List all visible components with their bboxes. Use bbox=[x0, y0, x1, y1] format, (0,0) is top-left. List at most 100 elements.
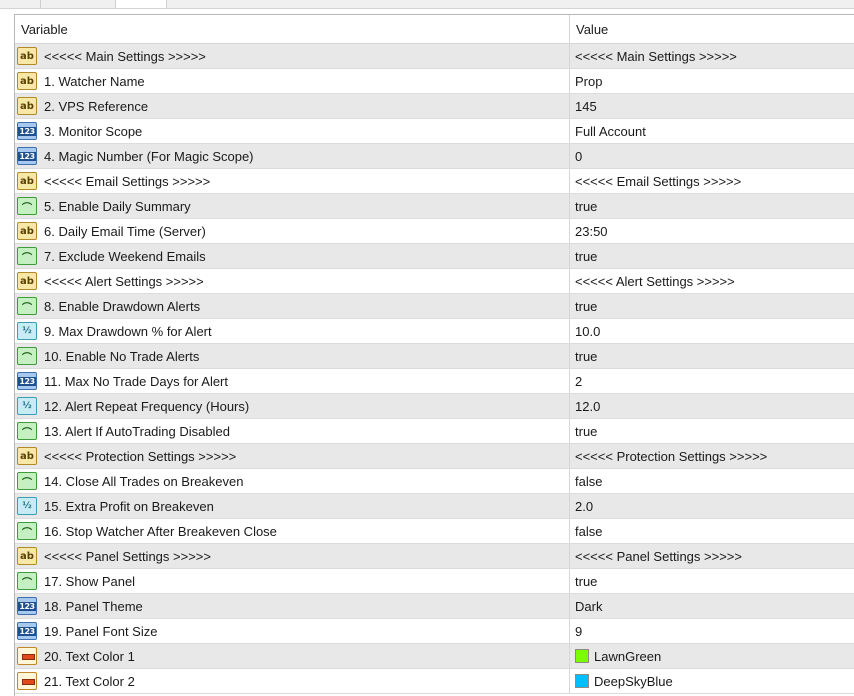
table-row[interactable]: ab <<<<< Protection Settings >>>>> <<<<< P… bbox=[15, 444, 854, 469]
variable-label: 9. Max Drawdown % for Alert bbox=[44, 323, 212, 339]
value-cell[interactable]: 2 bbox=[570, 369, 854, 393]
color-type-icon bbox=[17, 647, 37, 665]
table-row[interactable]: ⌒ 10. Enable No Trade Alerts true bbox=[15, 344, 854, 369]
variable-cell: 123 3. Monitor Scope bbox=[15, 119, 570, 143]
value-cell[interactable]: false bbox=[570, 519, 854, 543]
table-row[interactable]: ⌒ 5. Enable Daily Summary true bbox=[15, 194, 854, 219]
value-text: <<<<< Protection Settings >>>>> bbox=[575, 448, 768, 464]
string-type-icon: ab bbox=[17, 272, 37, 290]
table-row[interactable]: 123 3. Monitor Scope Full Account bbox=[15, 119, 854, 144]
variable-label: 1. Watcher Name bbox=[44, 73, 145, 89]
value-cell[interactable]: 145 bbox=[570, 94, 854, 118]
table-row[interactable]: 123 19. Panel Font Size 9 bbox=[15, 619, 854, 644]
value-cell[interactable]: Prop bbox=[570, 69, 854, 93]
variable-label: 19. Panel Font Size bbox=[44, 623, 158, 639]
value-text: 2 bbox=[575, 373, 583, 389]
value-text: true bbox=[575, 298, 598, 314]
table-row[interactable]: ab 2. VPS Reference 145 bbox=[15, 94, 854, 119]
table-row[interactable]: ab <<<<< Alert Settings >>>>> <<<<< Alert … bbox=[15, 269, 854, 294]
table-row[interactable]: 21. Text Color 2 DeepSkyBlue bbox=[15, 669, 854, 694]
value-text: <<<<< Alert Settings >>>>> bbox=[575, 273, 735, 289]
table-row[interactable]: ⌒ 16. Stop Watcher After Breakeven Close f… bbox=[15, 519, 854, 544]
variable-label: 11. Max No Trade Days for Alert bbox=[44, 373, 228, 389]
table-row[interactable]: ½ 12. Alert Repeat Frequency (Hours) 12.0 bbox=[15, 394, 854, 419]
variable-cell: ⌒ 8. Enable Drawdown Alerts bbox=[15, 294, 570, 318]
table-row[interactable]: 123 4. Magic Number (For Magic Scope) 0 bbox=[15, 144, 854, 169]
value-cell[interactable]: 10.0 bbox=[570, 319, 854, 343]
table-row[interactable]: ½ 15. Extra Profit on Breakeven 2.0 bbox=[15, 494, 854, 519]
double-type-icon: ½ bbox=[17, 322, 37, 340]
table-row[interactable]: ab <<<<< Email Settings >>>>> <<<<< Email … bbox=[15, 169, 854, 194]
bool-type-icon: ⌒ bbox=[17, 522, 37, 540]
variable-cell: ab 2. VPS Reference bbox=[15, 94, 570, 118]
value-text: 0 bbox=[575, 148, 583, 164]
string-type-icon: ab bbox=[17, 547, 37, 565]
value-text: 12.0 bbox=[575, 398, 601, 414]
value-cell[interactable]: <<<<< Email Settings >>>>> bbox=[570, 169, 854, 193]
variable-label: 4. Magic Number (For Magic Scope) bbox=[44, 148, 254, 164]
bool-type-icon: ⌒ bbox=[17, 297, 37, 315]
value-text: true bbox=[575, 198, 598, 214]
value-cell[interactable]: true bbox=[570, 419, 854, 443]
variable-column-header[interactable]: Variable bbox=[15, 15, 570, 43]
value-column-header[interactable]: Value bbox=[570, 15, 854, 43]
value-cell[interactable]: Full Account bbox=[570, 119, 854, 143]
value-cell[interactable]: <<<<< Protection Settings >>>>> bbox=[570, 444, 854, 468]
tab-common[interactable] bbox=[0, 0, 41, 8]
value-cell[interactable]: DeepSkyBlue bbox=[570, 669, 854, 693]
variable-label: 13. Alert If AutoTrading Disabled bbox=[44, 423, 230, 439]
value-cell[interactable]: <<<<< Main Settings >>>>> bbox=[570, 44, 854, 68]
value-cell[interactable]: 23:50 bbox=[570, 219, 854, 243]
tab-active[interactable] bbox=[115, 0, 167, 8]
value-cell[interactable]: true bbox=[570, 294, 854, 318]
table-row[interactable]: ⌒ 8. Enable Drawdown Alerts true bbox=[15, 294, 854, 319]
table-row[interactable]: 20. Text Color 1 LawnGreen bbox=[15, 644, 854, 669]
value-text: true bbox=[575, 423, 598, 439]
value-cell[interactable]: Dark bbox=[570, 594, 854, 618]
value-text: LawnGreen bbox=[594, 648, 662, 664]
value-text: false bbox=[575, 473, 603, 489]
table-row[interactable]: 123 11. Max No Trade Days for Alert 2 bbox=[15, 369, 854, 394]
variable-cell: ab <<<<< Panel Settings >>>>> bbox=[15, 544, 570, 568]
variable-cell: 123 11. Max No Trade Days for Alert bbox=[15, 369, 570, 393]
variable-label: 15. Extra Profit on Breakeven bbox=[44, 498, 214, 514]
value-cell[interactable]: 0 bbox=[570, 144, 854, 168]
value-cell[interactable]: true bbox=[570, 344, 854, 368]
tab-inputs[interactable] bbox=[40, 0, 116, 8]
value-text: Full Account bbox=[575, 123, 646, 139]
variable-cell: ab <<<<< Main Settings >>>>> bbox=[15, 44, 570, 68]
table-row[interactable]: ab 1. Watcher Name Prop bbox=[15, 69, 854, 94]
variable-cell: 123 19. Panel Font Size bbox=[15, 619, 570, 643]
table-row[interactable]: ab 6. Daily Email Time (Server) 23:50 bbox=[15, 219, 854, 244]
bool-type-icon: ⌒ bbox=[17, 572, 37, 590]
table-row[interactable]: ab <<<<< Main Settings >>>>> <<<<< Main Se… bbox=[15, 44, 854, 69]
table-row[interactable]: ½ 9. Max Drawdown % for Alert 10.0 bbox=[15, 319, 854, 344]
variable-cell: ½ 9. Max Drawdown % for Alert bbox=[15, 319, 570, 343]
variable-label: <<<<< Protection Settings >>>>> bbox=[44, 448, 237, 464]
variable-label: <<<<< Alert Settings >>>>> bbox=[44, 273, 204, 289]
variable-label: 20. Text Color 1 bbox=[44, 648, 135, 664]
variable-cell: ⌒ 10. Enable No Trade Alerts bbox=[15, 344, 570, 368]
value-cell[interactable]: false bbox=[570, 469, 854, 493]
value-text: true bbox=[575, 348, 598, 364]
value-cell[interactable]: 2.0 bbox=[570, 494, 854, 518]
value-cell[interactable]: <<<<< Alert Settings >>>>> bbox=[570, 269, 854, 293]
string-type-icon: ab bbox=[17, 172, 37, 190]
table-row[interactable]: ⌒ 13. Alert If AutoTrading Disabled true bbox=[15, 419, 854, 444]
value-cell[interactable]: true bbox=[570, 244, 854, 268]
table-row[interactable]: ⌒ 14. Close All Trades on Breakeven false bbox=[15, 469, 854, 494]
value-cell[interactable]: 9 bbox=[570, 619, 854, 643]
table-row[interactable]: ⌒ 7. Exclude Weekend Emails true bbox=[15, 244, 854, 269]
variable-cell: 123 4. Magic Number (For Magic Scope) bbox=[15, 144, 570, 168]
value-cell[interactable]: 12.0 bbox=[570, 394, 854, 418]
value-cell[interactable]: true bbox=[570, 569, 854, 593]
variable-cell: ab <<<<< Email Settings >>>>> bbox=[15, 169, 570, 193]
value-cell[interactable]: LawnGreen bbox=[570, 644, 854, 668]
value-cell[interactable]: <<<<< Panel Settings >>>>> bbox=[570, 544, 854, 568]
table-row[interactable]: 123 18. Panel Theme Dark bbox=[15, 594, 854, 619]
value-cell[interactable]: true bbox=[570, 194, 854, 218]
color-type-icon bbox=[17, 672, 37, 690]
table-row[interactable]: ab <<<<< Panel Settings >>>>> <<<<< Panel … bbox=[15, 544, 854, 569]
table-row[interactable]: ⌒ 17. Show Panel true bbox=[15, 569, 854, 594]
integer-type-icon: 123 bbox=[17, 597, 37, 615]
